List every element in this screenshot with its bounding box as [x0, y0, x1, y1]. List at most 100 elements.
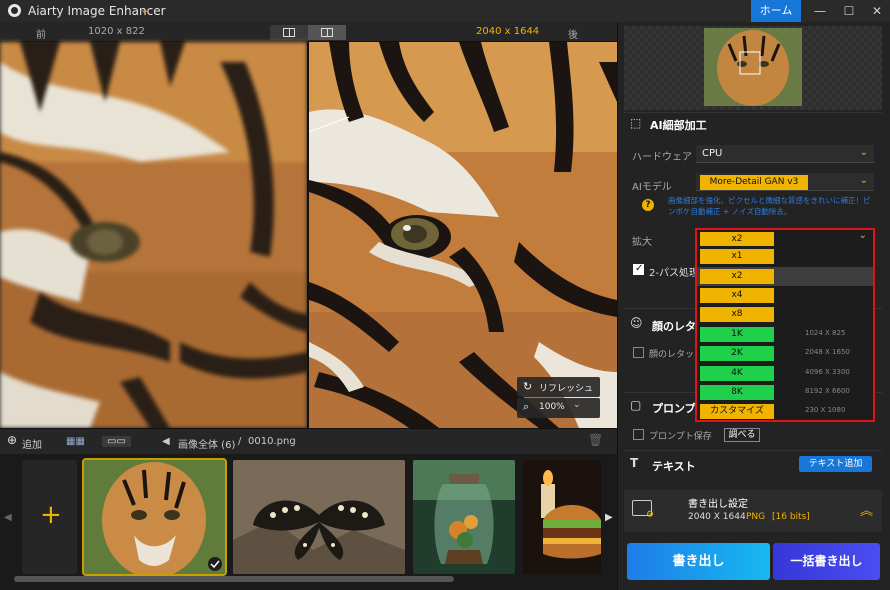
chevron-up-icon: ︽ [860, 504, 874, 519]
scale-option-x4[interactable]: x4 [697, 286, 873, 305]
scale-option-dimensions: 8192 X 6600 [805, 387, 850, 395]
hardware-value: CPU [702, 148, 723, 159]
scale-option-dimensions: 4096 X 3300 [805, 368, 850, 376]
twopass-checkbox[interactable] [633, 263, 644, 275]
twopass-label: 2-パス処理 [649, 268, 699, 279]
model-label: AIモデル [632, 182, 672, 193]
scroll-left-icon[interactable]: ◀ [4, 512, 12, 523]
export-bits: [16 bits] [772, 512, 810, 522]
back-arrow-icon[interactable]: ◀ [162, 436, 170, 447]
breadcrumb-all[interactable]: 画像全体 (6) [178, 436, 235, 451]
thumbnail-jar[interactable] [413, 460, 515, 574]
scale-option-dimensions: 2048 X 1650 [805, 348, 850, 356]
export-settings[interactable]: ⚙ 書き出し設定 2040 X 1644 PNG [16 bits] ︽ [624, 490, 882, 532]
refresh-button[interactable]: ↻ リフレッシュ [517, 377, 600, 397]
compare-view-button[interactable] [308, 25, 346, 40]
grid-view-icon[interactable]: ▦▦ [66, 436, 85, 447]
divider [624, 450, 882, 451]
hardware-select[interactable]: CPU ⌄ [696, 145, 874, 163]
scale-current-value: x2 [700, 232, 774, 246]
breadcrumb-separator: / [238, 436, 242, 447]
split-view-icon [283, 28, 295, 37]
trash-icon[interactable]: 🗑 [588, 433, 603, 447]
hardware-label: ハードウェア [632, 152, 692, 163]
navigator-thumbnail [624, 26, 882, 110]
scale-option-x8[interactable]: x8 [697, 305, 873, 324]
home-button[interactable]: ホーム [751, 0, 801, 22]
scale-option-2k[interactable]: 2K 2048 X 1650 [697, 344, 873, 363]
thumbnail-tiger[interactable] [82, 458, 227, 576]
model-value: More-Detail GAN v3 [700, 175, 808, 190]
scale-option-dimensions: 1024 X 825 [805, 329, 846, 337]
export-settings-title: 書き出し設定 [688, 499, 748, 510]
after-size: 2040 x 1644 [476, 26, 540, 37]
before-label: 前 [36, 30, 46, 41]
scale-option-dimensions: 230 X 1080 [805, 406, 846, 414]
scale-option-label: カスタマイズ [700, 404, 774, 419]
help-icon[interactable]: ? [642, 199, 654, 211]
thumbnail-scrollbar[interactable] [14, 576, 454, 582]
export-size: 2040 X 1644 [688, 512, 746, 522]
app-logo-icon [8, 4, 21, 17]
maximize-button[interactable]: ☐ [834, 0, 864, 22]
ai-enhance-icon: ⬚ [630, 116, 642, 130]
model-hint: 画像細部を強化。ピクセルと微細な質感をきれいに補正！ピンボケ自動補正 + ノイズ… [668, 196, 871, 216]
scale-dropdown[interactable]: x2 ⌄ x1 x2 x4 x8 1K 1024 X 825 2K 2048 X 1650 4K… [695, 228, 875, 422]
compare-view-icon [321, 28, 333, 37]
scale-option-x1[interactable]: x1 [697, 247, 873, 266]
text-section-title: テキスト [652, 460, 696, 473]
jar-terrarium-thumbnail [413, 460, 515, 574]
scroll-right-icon[interactable]: ▶ [605, 512, 613, 523]
file-toolbar: ⊕ 追加 ▦▦ ▭▭ ◀ 画像全体 (6) / 0010.png 🗑 [0, 428, 617, 454]
scale-option-x2[interactable]: x2 [697, 267, 873, 286]
prompt-save-checkbox[interactable] [633, 429, 644, 440]
before-size: 1020 x 822 [88, 26, 145, 37]
list-view-icon[interactable]: ▭▭ [102, 436, 131, 447]
ai-section-title: AI細部加工 [650, 119, 707, 132]
enhanced-preview[interactable] [309, 42, 617, 428]
refresh-icon: ↻ [523, 380, 533, 393]
batch-export-button[interactable]: 一括書き出し [773, 543, 880, 580]
chevron-down-icon: ⌄ [573, 400, 581, 410]
side-by-side-view-button[interactable] [270, 25, 308, 40]
gear-icon: ⚙ [646, 510, 655, 520]
scale-option-label: 4K [700, 366, 774, 381]
face-retouch-icon: ☺ [630, 316, 643, 330]
thumbnail-burger[interactable] [523, 460, 601, 574]
breadcrumb-current: 0010.png [248, 436, 296, 447]
preview-header: 前 1020 x 822 2040 x 1644 後 [0, 22, 617, 42]
tiger-thumbnail [84, 460, 225, 574]
add-text-button[interactable]: テキスト追加 [799, 456, 872, 472]
export-button[interactable]: 書き出し [627, 543, 770, 580]
after-label: 後 [568, 30, 578, 41]
scale-option-1k[interactable]: 1K 1024 X 825 [697, 325, 873, 344]
chevron-down-icon[interactable]: ⌄ [140, 3, 149, 16]
divider [624, 112, 882, 113]
refresh-label: リフレッシュ [539, 384, 594, 394]
face-retouch-checkbox[interactable] [633, 347, 644, 358]
scale-option-8k[interactable]: 8K 8192 X 6600 [697, 383, 873, 402]
original-preview[interactable] [0, 42, 307, 428]
app-window: Aiarty Image Enhancer ⌄ ホーム — ☐ ✕ 前 1020… [0, 0, 890, 590]
scale-option-label: x2 [700, 269, 774, 284]
scale-option-label: x4 [700, 288, 774, 303]
scale-option-4k[interactable]: 4K 4096 X 3300 [697, 364, 873, 383]
chevron-down-icon: ⌄ [858, 230, 867, 241]
scale-label: 拡大 [632, 237, 652, 248]
scale-option-カスタマイズ[interactable]: カスタマイズ 230 X 1080 [697, 402, 873, 421]
search-button[interactable]: 調べる [724, 428, 760, 442]
thumbnail-butterfly[interactable] [233, 460, 405, 574]
add-icon[interactable]: ⊕ [7, 433, 17, 447]
navigator-preview[interactable] [624, 26, 882, 110]
chevron-down-icon: ⌄ [859, 175, 868, 186]
zoom-dropdown[interactable]: ⌕ 100% ⌄ [517, 398, 600, 418]
tiger-original-image [0, 42, 307, 428]
tiger-enhanced-image [309, 42, 617, 428]
add-image-tile[interactable]: + [22, 460, 77, 574]
thumbnail-strip: ◀ + ▶ [0, 454, 617, 590]
prompt-icon: ▢ [630, 398, 642, 412]
scale-option-label: 8K [700, 385, 774, 400]
close-button[interactable]: ✕ [862, 0, 890, 22]
add-label[interactable]: 追加 [22, 436, 42, 451]
minimize-button[interactable]: — [805, 0, 835, 22]
